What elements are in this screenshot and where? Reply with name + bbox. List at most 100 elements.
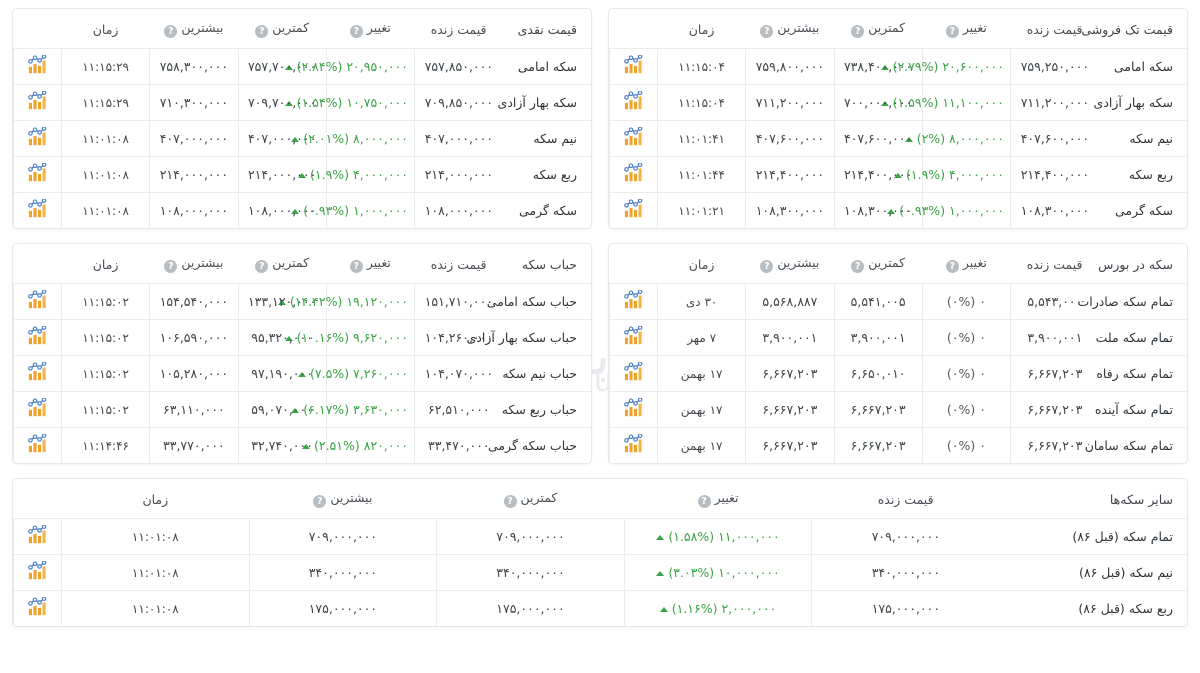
row-asset-name[interactable]: حباب نیم سکه [502, 355, 591, 392]
row-asset-name[interactable]: سکه گرمی [502, 192, 591, 228]
row-asset-name[interactable]: ربع سکه (قبل ۸۶) [999, 590, 1187, 626]
chart-icon[interactable] [27, 362, 49, 382]
row-chart-cell[interactable] [13, 391, 62, 428]
chart-icon[interactable] [623, 290, 645, 310]
help-icon[interactable]: ? [255, 25, 269, 38]
chart-icon[interactable] [623, 199, 645, 219]
chart-icon[interactable] [27, 199, 49, 219]
row-asset-name[interactable]: تمام سکه سامان [1085, 427, 1187, 463]
row-asset-name[interactable]: حباب سکه گرمی [488, 427, 591, 463]
chart-icon[interactable] [27, 434, 49, 454]
chart-icon[interactable] [27, 326, 49, 346]
row-chart-cell[interactable] [13, 120, 62, 157]
row-chart-cell[interactable] [13, 156, 62, 193]
table-row[interactable]: نیم سکه ۴۰۷,۰۰۰,۰۰۰ ۸,۰۰۰,۰۰۰ (۲.۰۱%) ۴۰۷,۰… [13, 120, 591, 157]
row-chart-cell[interactable] [609, 48, 658, 85]
row-asset-name[interactable]: حباب ربع سکه [502, 391, 591, 428]
help-icon[interactable]: ? [851, 25, 865, 38]
row-chart-cell[interactable] [13, 427, 62, 463]
help-icon[interactable]: ? [349, 25, 363, 38]
row-asset-name[interactable]: تمام سکه آینده [1095, 391, 1187, 428]
row-chart-cell[interactable] [609, 120, 658, 157]
help-icon[interactable]: ? [164, 25, 178, 38]
chart-icon[interactable] [27, 91, 49, 111]
table-row[interactable]: سکه بهار آزادی ۷۱۱,۲۰۰,۰۰۰ ۱۱,۱۰۰,۰۰۰ (۱.۵… [609, 84, 1187, 121]
help-icon[interactable]: ? [255, 260, 269, 273]
row-chart-cell[interactable] [13, 355, 62, 392]
row-asset-name[interactable]: ربع سکه [502, 156, 591, 193]
row-asset-name[interactable]: نیم سکه [1098, 120, 1187, 157]
table-row[interactable]: سکه بهار آزادی ۷۰۹,۸۵۰,۰۰۰ ۱۰,۷۵۰,۰۰۰ (۱.۵… [13, 84, 591, 121]
table-row[interactable]: حباب سکه امامی ۱۵۱,۷۱۰,۰۰۰ ۱۹,۱۲۰,۰۰۰ (۱۴.… [13, 283, 591, 320]
chart-icon[interactable] [27, 525, 49, 545]
row-chart-cell[interactable] [13, 192, 62, 228]
table-row[interactable]: حباب ربع سکه ۶۲,۵۱۰,۰۰۰ ۳,۶۳۰,۰۰۰ (۶.۱۷%) ۵… [13, 391, 591, 428]
table-row[interactable]: نیم سکه (قبل ۸۶) ۳۴۰,۰۰۰,۰۰۰ ۱۰,۰۰۰,۰۰۰ (۳… [13, 554, 1187, 591]
row-chart-cell[interactable] [13, 554, 62, 591]
row-asset-name[interactable]: سکه امامی [502, 48, 591, 85]
table-row[interactable]: تمام سکه (قبل ۸۶) ۷۰۹,۰۰۰,۰۰۰ ۱۱,۰۰۰,۰۰۰ (… [13, 518, 1187, 555]
chart-icon[interactable] [623, 127, 645, 147]
row-chart-cell[interactable] [609, 427, 658, 463]
help-icon[interactable]: ? [164, 260, 178, 273]
help-icon[interactable]: ? [503, 495, 517, 508]
row-asset-name[interactable]: ربع سکه [1098, 156, 1187, 193]
help-icon[interactable]: ? [760, 260, 774, 273]
row-asset-name[interactable]: نیم سکه [502, 120, 591, 157]
table-row[interactable]: ربع سکه (قبل ۸۶) ۱۷۵,۰۰۰,۰۰۰ ۲,۰۰۰,۰۰۰ (۱.… [13, 590, 1187, 626]
chart-icon[interactable] [623, 398, 645, 418]
row-chart-cell[interactable] [13, 48, 62, 85]
row-asset-name[interactable]: سکه گرمی [1098, 192, 1187, 228]
chart-icon[interactable] [27, 290, 49, 310]
row-asset-name[interactable]: تمام سکه ملت [1096, 319, 1187, 356]
table-row[interactable]: تمام سکه سامان ۶,۶۶۷,۲۰۳ ۰ (۰%) ۶,۶۶۷,۲۰۳ ۶,… [609, 427, 1187, 463]
table-row[interactable]: نیم سکه ۴۰۷,۶۰۰,۰۰۰ ۸,۰۰۰,۰۰۰ (۲%) ۴۰۷,۶۰۰,… [609, 120, 1187, 157]
row-chart-cell[interactable] [13, 518, 62, 555]
chart-icon[interactable] [623, 91, 645, 111]
row-asset-name[interactable]: تمام سکه رفاه [1096, 355, 1187, 392]
row-asset-name[interactable]: نیم سکه (قبل ۸۶) [999, 554, 1187, 591]
table-row[interactable]: سکه امامی ۷۵۷,۸۵۰,۰۰۰ ۲۰,۹۵۰,۰۰۰ (۲.۸۴%) ۷۵… [13, 48, 591, 85]
help-icon[interactable]: ? [313, 495, 327, 508]
row-chart-cell[interactable] [609, 192, 658, 228]
table-row[interactable]: سکه گرمی ۱۰۸,۳۰۰,۰۰۰ ۱,۰۰۰,۰۰۰ (۰.۹۳%) ۱۰۸,… [609, 192, 1187, 228]
table-row[interactable]: حباب نیم سکه ۱۰۴,۰۷۰,۰۰۰ ۷,۲۶۰,۰۰۰ (۷.۵%) ۹… [13, 355, 591, 392]
table-row[interactable]: ربع سکه ۲۱۴,۴۰۰,۰۰۰ ۴,۰۰۰,۰۰۰ (۱.۹%) ۲۱۴,۴۰… [609, 156, 1187, 193]
chart-icon[interactable] [27, 561, 49, 581]
chart-icon[interactable] [27, 163, 49, 183]
row-chart-cell[interactable] [609, 319, 658, 356]
help-icon[interactable]: ? [760, 25, 774, 38]
row-asset-name[interactable]: سکه امامی [1098, 48, 1187, 85]
chart-icon[interactable] [623, 326, 645, 346]
help-icon[interactable]: ? [945, 260, 959, 273]
chart-icon[interactable] [27, 398, 49, 418]
row-chart-cell[interactable] [609, 84, 658, 121]
help-icon[interactable]: ? [851, 260, 865, 273]
row-asset-name[interactable]: سکه بهار آزادی [498, 84, 591, 121]
table-row[interactable]: سکه امامی ۷۵۹,۲۵۰,۰۰۰ ۲۰,۶۰۰,۰۰۰ (۲.۷۹%) ۷۳… [609, 48, 1187, 85]
table-row[interactable]: ربع سکه ۲۱۴,۰۰۰,۰۰۰ ۴,۰۰۰,۰۰۰ (۱.۹%) ۲۱۴,۰۰… [13, 156, 591, 193]
row-asset-name[interactable]: تمام سکه (قبل ۸۶) [999, 518, 1187, 555]
table-row[interactable]: تمام سکه آینده ۶,۶۶۷,۲۰۳ ۰ (۰%) ۶,۶۶۷,۲۰۳ ۶,… [609, 391, 1187, 428]
help-icon[interactable]: ? [945, 25, 959, 38]
chart-icon[interactable] [623, 55, 645, 75]
help-icon[interactable]: ? [697, 495, 711, 508]
table-row[interactable]: حباب سکه بهار آزادی ۱۰۴,۲۶۰,۰۰۰ ۹,۶۲۰,۰۰۰ … [13, 319, 591, 356]
row-asset-name[interactable]: حباب سکه بهار آزادی [467, 319, 591, 356]
help-icon[interactable]: ? [349, 260, 363, 273]
row-chart-cell[interactable] [13, 283, 62, 320]
row-asset-name[interactable]: تمام سکه صادرات [1077, 283, 1187, 320]
chart-icon[interactable] [27, 55, 49, 75]
row-chart-cell[interactable] [13, 319, 62, 356]
row-asset-name[interactable]: حباب سکه امامی [487, 283, 591, 320]
row-chart-cell[interactable] [609, 156, 658, 193]
row-asset-name[interactable]: سکه بهار آزادی [1094, 84, 1187, 121]
chart-icon[interactable] [623, 362, 645, 382]
row-chart-cell[interactable] [13, 590, 62, 626]
table-row[interactable]: سکه گرمی ۱۰۸,۰۰۰,۰۰۰ ۱,۰۰۰,۰۰۰ (۰.۹۳%) ۱۰۸,… [13, 192, 591, 228]
table-row[interactable]: تمام سکه رفاه ۶,۶۶۷,۲۰۳ ۰ (۰%) ۶,۶۵۰,۰۱۰ ۶,۶… [609, 355, 1187, 392]
chart-icon[interactable] [27, 127, 49, 147]
row-chart-cell[interactable] [13, 84, 62, 121]
row-chart-cell[interactable] [609, 355, 658, 392]
chart-icon[interactable] [623, 163, 645, 183]
